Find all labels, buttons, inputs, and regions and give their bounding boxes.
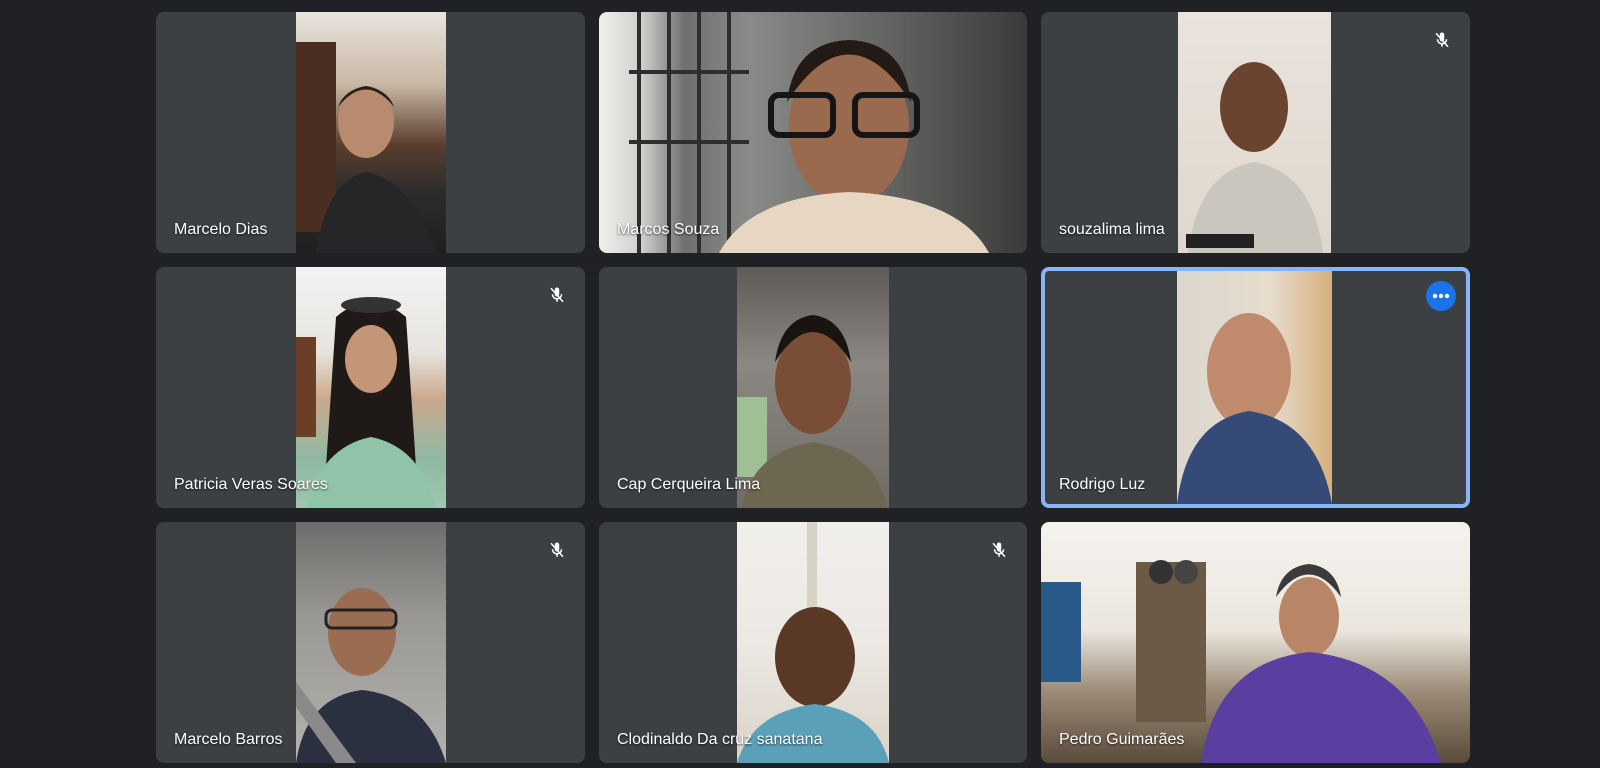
participant-video [1041,522,1470,763]
participant-tile[interactable]: Marcelo Dias [156,12,585,253]
participant-video [296,12,446,253]
mic-off-icon [1428,26,1456,54]
participant-video [296,522,446,763]
participant-tile[interactable]: souzalima lima [1041,12,1470,253]
participant-video [1178,12,1331,253]
participant-tile-active[interactable]: Rodrigo Luz [1041,267,1470,508]
participant-tile[interactable]: Marcelo Barros [156,522,585,763]
participant-name: Marcelo Barros [174,731,283,748]
participant-tile[interactable]: Clodinaldo Da cruz sanatana [599,522,1027,763]
participant-name: souzalima lima [1059,221,1165,238]
participant-video [599,12,1027,253]
participant-video [737,522,889,763]
participant-name: Marcos Souza [617,221,720,238]
participant-video [737,267,889,508]
participant-name: Patricia Veras Soares [174,476,328,493]
participant-video [296,267,446,508]
mic-off-icon [543,536,571,564]
participant-name: Marcelo Dias [174,221,268,238]
participant-name: Cap Cerqueira Lima [617,476,761,493]
mic-off-icon [985,536,1013,564]
participant-tile[interactable]: Patricia Veras Soares [156,267,585,508]
participant-name: Rodrigo Luz [1059,476,1146,493]
participant-name: Pedro Guimarães [1059,731,1185,748]
participant-tile[interactable]: Pedro Guimarães [1041,522,1470,763]
mic-off-icon [543,281,571,309]
participant-tile[interactable]: Cap Cerqueira Lima [599,267,1027,508]
participant-video [1177,271,1332,504]
participant-tile[interactable]: Marcos Souza [599,12,1027,253]
more-options-icon[interactable] [1426,281,1456,311]
participant-name: Clodinaldo Da cruz sanatana [617,731,823,748]
